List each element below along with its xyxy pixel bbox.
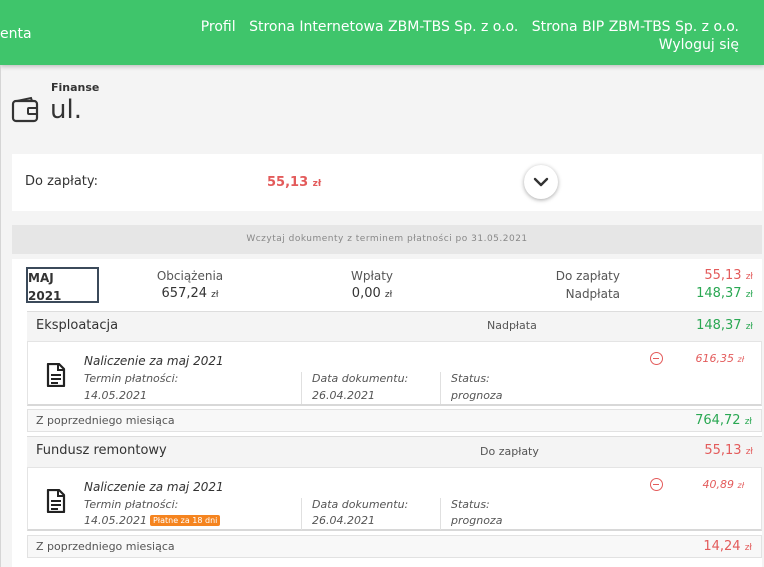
document-date-label: Data dokumentu: (312, 372, 409, 385)
minus-circle-icon[interactable] (650, 352, 663, 365)
previous-month-value: 14,24 zł (703, 539, 752, 554)
summary-due-label: Do zapłaty: (25, 174, 99, 189)
nav-link-website[interactable]: Strona Internetowa ZBM-TBS Sp. z o.o. (249, 19, 518, 35)
section-name: Eksploatacja (36, 318, 119, 333)
section-value: 55,13 zł (704, 443, 753, 458)
column-divider (440, 498, 441, 530)
section-header-fundusz-remontowy[interactable]: Fundusz remontowy Do zapłaty 55,13 zł (27, 436, 762, 467)
month-name: MAJ (28, 271, 54, 285)
summary-card: Do zapłaty: 55,13 zł (12, 154, 762, 211)
due-date-value: 14.05.2021 (84, 389, 147, 402)
section-value: 148,37 zł (696, 318, 753, 333)
month-card: MAJ 2021 Obciążenia 657,24 zł Wpłaty 0,0… (12, 259, 762, 567)
payments-label: Wpłaty (350, 269, 394, 283)
page-title: ul. (50, 95, 82, 125)
navbar-links: Profil Strona Internetowa ZBM-TBS Sp. z … (192, 17, 739, 37)
status-label: Status: (451, 372, 490, 385)
section-status-label: Nadpłata (487, 319, 537, 332)
payments-value: 0,00 zł (351, 286, 393, 301)
wallet-icon (11, 96, 39, 123)
nav-link-profile[interactable]: Profil (201, 19, 236, 35)
section-name: Fundusz remontowy (36, 443, 167, 458)
expand-button[interactable] (524, 165, 558, 199)
document-date-value: 26.04.2021 (312, 389, 375, 402)
charges-value: 657,24 zł (161, 286, 219, 301)
column-divider (301, 498, 302, 530)
column-divider (440, 372, 441, 404)
due-date-value: 14.05.2021 Płatne za 18 dni (84, 514, 221, 527)
page-subtitle: Finanse (51, 81, 100, 94)
navbar-left-fragment[interactable]: enta (0, 26, 32, 42)
section-status-label: Do zapłaty (480, 445, 539, 458)
column-divider (301, 372, 302, 404)
month-overpay-label: Nadpłata (565, 287, 620, 301)
document-date-label: Data dokumentu: (312, 498, 409, 511)
logout-link[interactable]: Wyloguj się (659, 37, 739, 53)
status-value: prognoza (451, 514, 503, 527)
document-row[interactable]: Naliczenie za maj 2021 Termin płatności:… (27, 341, 762, 406)
status-label: Status: (451, 498, 490, 511)
document-title: Naliczenie za maj 2021 (84, 480, 224, 494)
chevron-down-icon (533, 177, 549, 187)
due-date-label: Termin płatności: (84, 372, 179, 385)
load-more-documents-button[interactable]: Wczytaj dokumenty z terminem płatności p… (12, 225, 762, 254)
nav-link-bip[interactable]: Strona BIP ZBM-TBS Sp. z o.o. (532, 19, 739, 35)
month-year: 2021 (28, 289, 62, 303)
month-overpay-value: 148,37 zł (696, 286, 753, 301)
document-amount: 40,89 zł (702, 478, 745, 491)
minus-circle-icon[interactable] (650, 478, 663, 491)
month-due-value: 55,13 zł (704, 268, 753, 283)
document-amount: 616,35 zł (695, 352, 745, 365)
top-navbar: enta Profil Strona Internetowa ZBM-TBS S… (0, 0, 764, 65)
document-icon (46, 489, 66, 513)
due-date-label: Termin płatności: (84, 498, 179, 511)
previous-month-value: 764,72 zł (695, 413, 752, 428)
document-date-value: 26.04.2021 (312, 514, 375, 527)
document-title: Naliczenie za maj 2021 (84, 354, 224, 368)
summary-due-amount: 55,13 zł (267, 175, 322, 190)
payment-due-badge: Płatne za 18 dni (149, 515, 221, 526)
left-edge-divider (0, 65, 1, 567)
month-due-label: Do zapłaty (555, 269, 620, 283)
document-row[interactable]: Naliczenie za maj 2021 Termin płatności:… (27, 467, 762, 531)
previous-month-row: Z poprzedniego miesiąca 764,72 zł (27, 409, 762, 432)
previous-month-label: Z poprzedniego miesiąca (36, 414, 175, 427)
status-value: prognoza (451, 389, 503, 402)
previous-month-row: Z poprzedniego miesiąca 14,24 zł (27, 535, 762, 558)
month-toggle-button[interactable]: MAJ 2021 (26, 267, 99, 303)
document-icon (46, 363, 66, 387)
section-header-eksploatacja[interactable]: Eksploatacja Nadpłata 148,37 zł (27, 311, 762, 341)
previous-month-label: Z poprzedniego miesiąca (36, 540, 175, 553)
charges-label: Obciążenia (156, 269, 224, 283)
